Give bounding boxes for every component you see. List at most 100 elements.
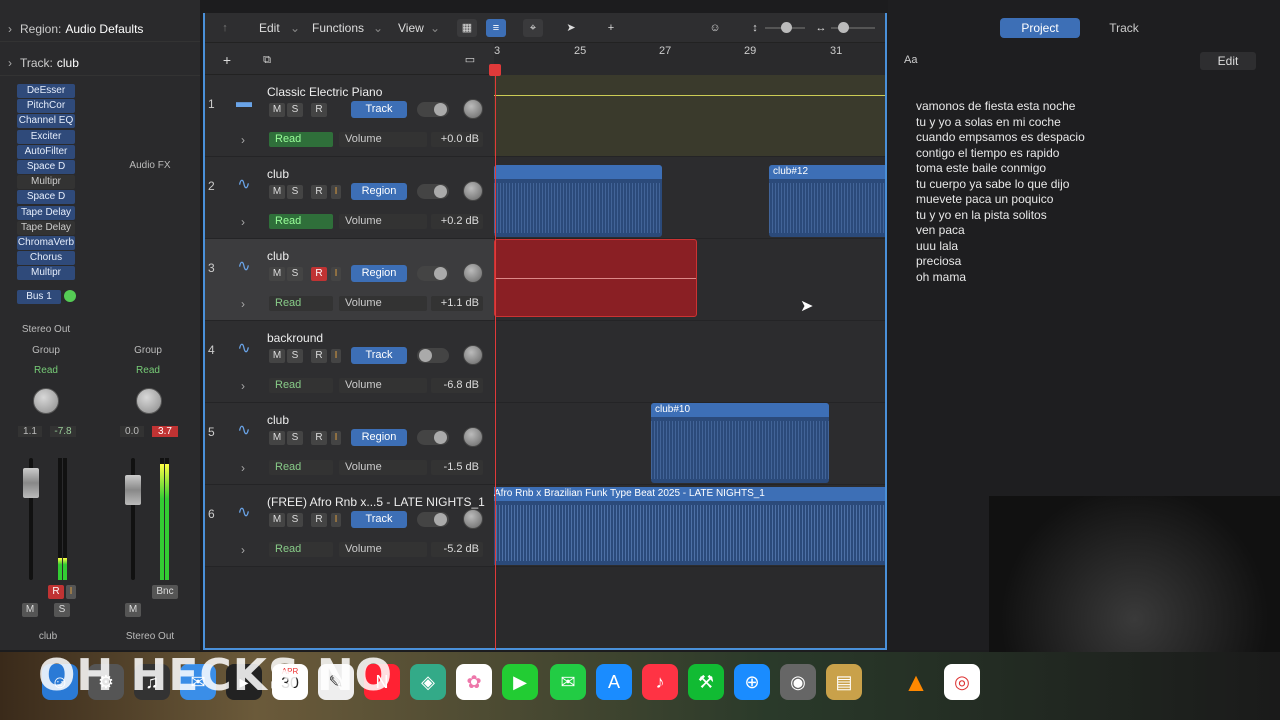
horizontal-zoom-thumb[interactable] [838,22,849,33]
mute-button[interactable]: M [269,267,285,281]
solo-button[interactable]: S [287,185,303,199]
pan-knob[interactable] [463,509,483,529]
automation-mode-button[interactable]: Track [351,101,407,118]
automation-read-menu[interactable]: Read [269,214,333,229]
track-name[interactable]: backround [267,331,323,345]
lyric-line[interactable]: toma este baile conmigo [916,161,1046,175]
lyric-line[interactable]: vamonos de fiesta esta noche [916,99,1075,113]
pan-knob[interactable] [463,181,483,201]
track-header[interactable]: 6 ∿ (FREE) Afro Rnb x...5 - LATE NIGHTS_1 M… [205,485,494,567]
track-name[interactable]: (FREE) Afro Rnb x...5 - LATE NIGHTS_1 [267,495,485,509]
record-enable-button[interactable]: R [311,431,327,445]
disk-utility-icon[interactable]: ◉ [780,664,816,700]
solo-button[interactable]: S [287,103,303,117]
pan-knob-1[interactable] [33,388,59,414]
pan-knob[interactable] [463,263,483,283]
font-format-button[interactable]: Aa [904,54,917,66]
automation-read-1[interactable]: Read [10,365,82,376]
mute-button[interactable]: M [269,513,285,527]
messages-icon[interactable]: ✉ [550,664,586,700]
audio-fx-slot[interactable]: Audio FX [100,160,200,171]
audio-region[interactable] [494,165,662,237]
track-toggle[interactable] [417,512,449,527]
mute-button[interactable]: M [269,185,285,199]
input-monitor-button[interactable]: I [331,267,341,281]
track-name[interactable]: club [267,249,289,263]
plugin-slot[interactable]: DeEsser [17,84,75,98]
app-store-icon[interactable]: A [596,664,632,700]
catch-playhead-icon[interactable]: ⌖ [523,19,543,37]
tab-project[interactable]: Project [1000,18,1080,38]
mute-button[interactable]: M [269,349,285,363]
automation-parameter-menu[interactable]: Volume [339,132,427,147]
vertical-zoom-thumb[interactable] [781,22,792,33]
plugin-slot[interactable]: ChromaVerb [17,236,75,250]
chevron-right-icon[interactable]: › [241,379,245,393]
plugin-slot[interactable]: Tape Delay [17,220,75,235]
pan-knob[interactable] [463,427,483,447]
vlc-icon[interactable]: ▲ [898,664,934,700]
solo-button[interactable]: S [54,603,70,617]
record-enable-button[interactable]: R [311,349,327,363]
solo-button[interactable]: S [287,267,303,281]
input-monitor-button[interactable]: I [331,185,341,199]
lyric-line[interactable]: tu cuerpo ya sabe lo que dijo [916,177,1069,191]
track-toggle[interactable] [417,184,449,199]
record-enable-button[interactable]: R [311,103,327,117]
plugin-slot[interactable]: Multipr [17,175,75,190]
smart-controls-icon[interactable]: ☺ [705,19,725,37]
add-track-icon[interactable]: + [217,51,237,69]
automation-read-menu[interactable]: Read [269,460,333,475]
track-toggle[interactable] [417,102,449,117]
track-name[interactable]: club [267,413,289,427]
record-enable-button[interactable]: R [311,267,327,281]
track-header[interactable]: 5 ∿ club M S R I Region › Read Volume -1.5 dB [205,403,494,485]
chrome-icon[interactable]: ◎ [944,664,980,700]
pointer-tool-icon[interactable]: ➤ [561,19,581,37]
audio-region[interactable]: club#12 [769,165,885,237]
bounce-button[interactable]: Bnc [152,585,178,599]
automation-parameter-menu[interactable]: Volume [339,296,427,311]
volume-fader-2[interactable] [125,475,141,505]
volume-automation-line[interactable] [494,95,885,96]
pencil-tool-icon[interactable]: + [601,19,621,37]
back-arrow-icon[interactable]: ↑ [215,19,235,37]
lyric-line[interactable]: muevete paca un poquico [916,192,1053,206]
group-slot-2[interactable]: Group [112,345,184,356]
track-name[interactable]: club [267,167,289,181]
lyric-line[interactable]: cuando empsamos es despacio [916,130,1085,144]
automation-read-menu[interactable]: Read [269,296,333,311]
volume-value[interactable]: +0.0 dB [431,132,483,147]
plugin-slot[interactable]: Tape Delay [17,205,75,220]
list-view-icon[interactable]: ≡ [486,19,506,37]
plugin-slot[interactable]: Chorus [17,251,75,266]
track-name[interactable]: Classic Electric Piano [267,85,382,99]
record-enable-button[interactable]: R [48,585,64,599]
record-enable-button[interactable]: R [311,513,327,527]
edit-notes-button[interactable]: Edit [1200,52,1256,70]
automation-parameter-menu[interactable]: Volume [339,378,427,393]
plugin-slot[interactable]: PitchCor [17,99,75,114]
track-header[interactable]: 1 ▬ Classic Electric Piano M S R Track › Read Vol… [205,75,494,157]
audio-region[interactable]: club#10 [651,403,829,483]
plugin-slot[interactable]: Channel EQ [17,114,75,129]
lyric-line[interactable]: tu y yo en la pista solitos [916,208,1047,222]
automation-read-2[interactable]: Read [112,365,184,376]
view-menu[interactable]: View [398,19,424,37]
track-lane[interactable] [494,321,885,403]
lyric-line[interactable]: uuu lala [916,239,958,253]
track-header[interactable]: 3 ∿ club M S R I Region › Read Volume +1.1 dB [205,239,494,321]
automation-mode-button[interactable]: Region [351,265,407,282]
chevron-right-icon[interactable]: › [241,215,245,229]
plugin-slot[interactable]: Space D [17,190,75,205]
volume-value[interactable]: -1.5 dB [431,460,483,475]
track-lane[interactable]: club#10 [494,403,885,485]
mute-button-2[interactable]: M [125,603,141,617]
safari-icon[interactable]: ⊕ [734,664,770,700]
bus-send[interactable]: Bus 1 [17,290,61,304]
input-monitor-button[interactable]: I [331,349,341,363]
audio-region[interactable]: Afro Rnb x Brazilian Funk Type Beat 2025… [494,487,885,565]
music-icon[interactable]: ♪ [642,664,678,700]
automation-parameter-menu[interactable]: Volume [339,214,427,229]
mute-button[interactable]: M [269,431,285,445]
